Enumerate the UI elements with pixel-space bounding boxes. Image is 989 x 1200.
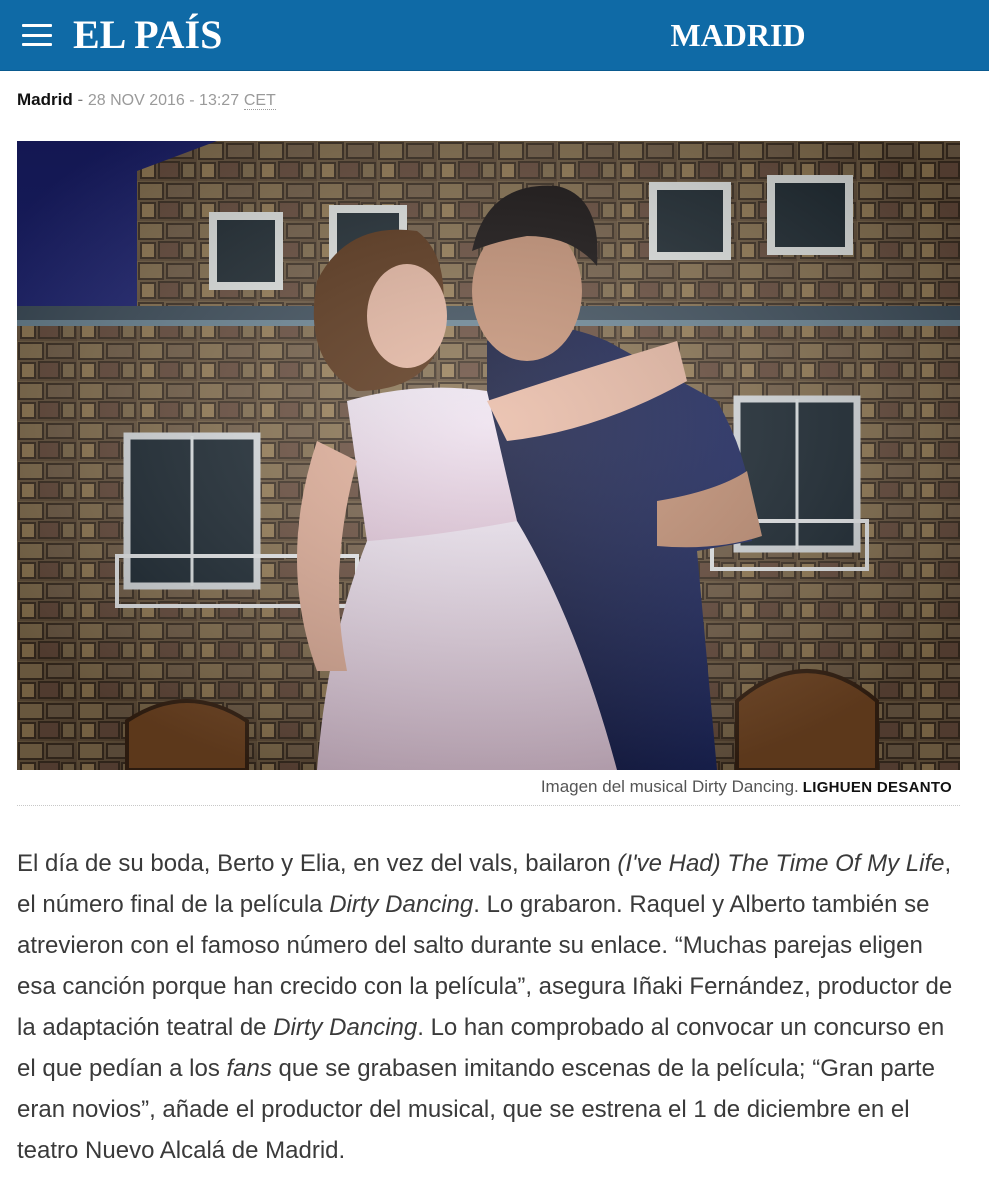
byline-separator: -: [77, 90, 84, 109]
song-title: (I've Had) The Time Of My Life: [617, 850, 945, 877]
film-title: Dirty Dancing: [329, 891, 474, 918]
film-title: Dirty Dancing: [273, 1014, 418, 1041]
article-body: El día de su boda, Berto y Elia, en vez …: [17, 843, 967, 1171]
photo-illustration: [17, 141, 960, 770]
text-run: El día de su boda, Berto y Elia, en vez …: [17, 850, 618, 877]
caption-divider: [17, 805, 960, 806]
section-title[interactable]: MADRID: [0, 14, 989, 56]
article-photo[interactable]: [17, 141, 960, 770]
photo-caption: Imagen del musical Dirty Dancing. LIGHUEN…: [17, 774, 952, 801]
byline: Madrid - 28 NOV 2016 - 13:27 CET: [17, 88, 276, 112]
byline-timezone: CET: [243, 92, 276, 110]
byline-location[interactable]: Madrid: [17, 90, 73, 109]
byline-date: 28 NOV 2016 - 13:27: [87, 92, 240, 109]
section-title-wrap: MADRID: [0, 0, 989, 70]
photo-credit: LIGHUEN DESANTO: [802, 779, 952, 796]
site-header: EL PAÍS MADRID: [0, 0, 989, 71]
photo-caption-text: Imagen del musical Dirty Dancing.: [540, 777, 799, 796]
italic-word: fans: [226, 1055, 272, 1082]
article-paragraph: El día de su boda, Berto y Elia, en vez …: [17, 843, 967, 1171]
